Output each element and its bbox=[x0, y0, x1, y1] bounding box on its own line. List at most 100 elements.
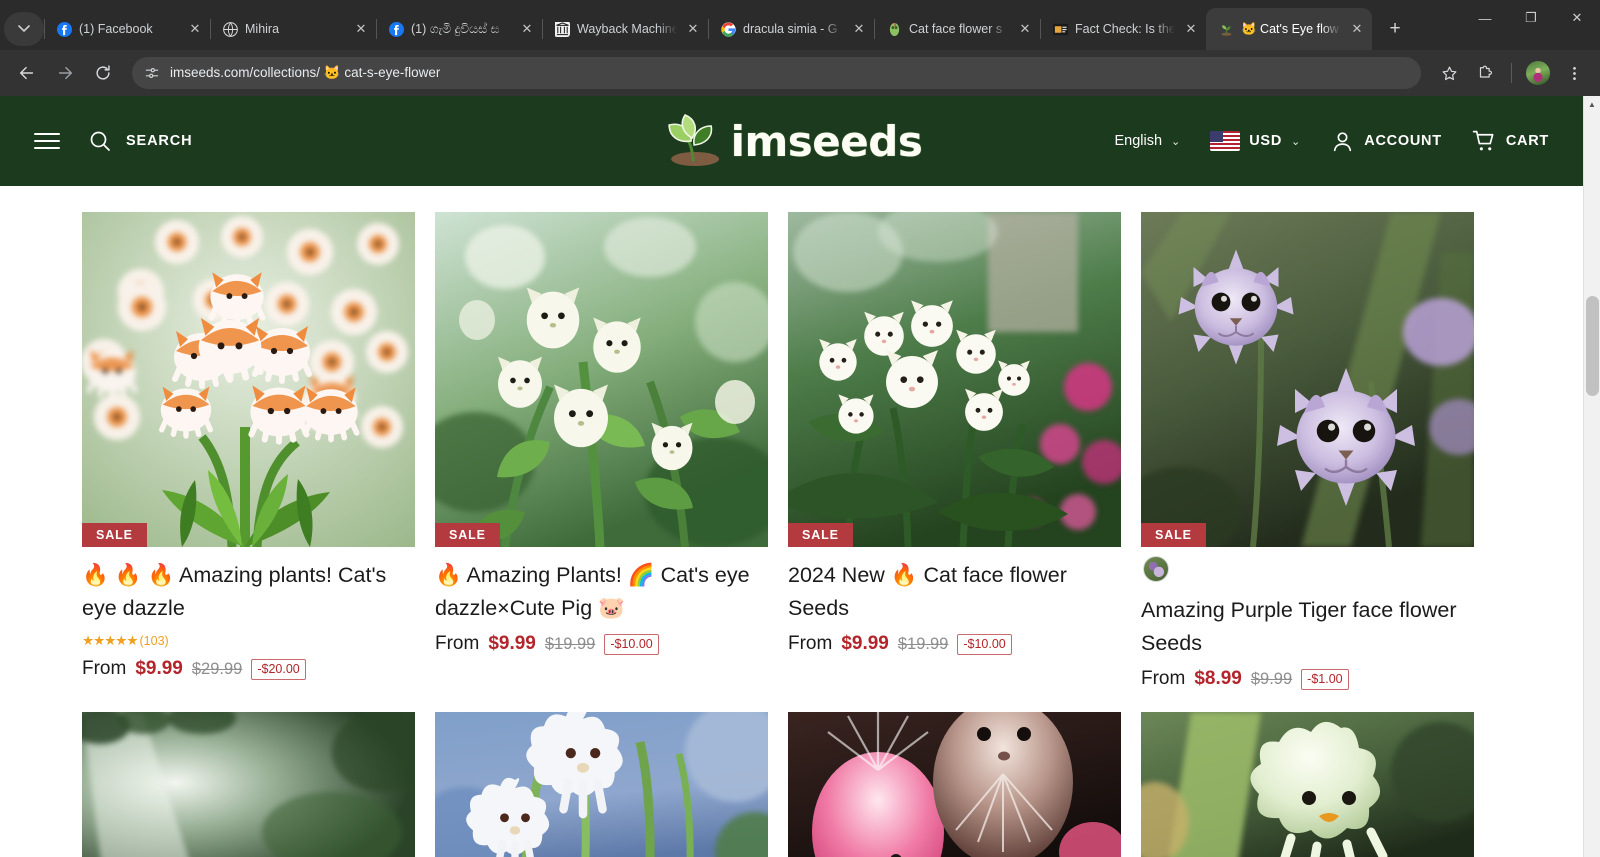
address-bar[interactable]: imseeds.com/collections/ 🐱 cat-s-eye-flo… bbox=[132, 57, 1421, 89]
misty-forest-light-rays-image bbox=[82, 712, 415, 857]
browser-tab-3[interactable]: Wayback Machine ✕ bbox=[542, 8, 708, 50]
back-button[interactable] bbox=[10, 56, 44, 90]
price-prefix: From bbox=[435, 633, 480, 655]
currency-label: USD bbox=[1249, 133, 1283, 149]
product-image[interactable]: SALE bbox=[82, 212, 415, 547]
seedling-logo-icon bbox=[667, 114, 719, 166]
site-logo[interactable]: imseeds bbox=[661, 111, 923, 171]
product-card[interactable] bbox=[788, 712, 1121, 857]
browser-toolbar: imseeds.com/collections/ 🐱 cat-s-eye-flo… bbox=[0, 50, 1600, 96]
factcheck-icon bbox=[1052, 21, 1068, 37]
language-selector[interactable]: English ⌄ bbox=[1114, 133, 1180, 149]
web-page: SEARCH imseeds English ⌄ USD ⌄ ACCOUNT C… bbox=[0, 96, 1583, 857]
product-title[interactable]: 🔥 🔥 🔥 Amazing plants! Cat's eye dazzle bbox=[82, 559, 415, 624]
product-image[interactable]: SALE bbox=[435, 212, 768, 547]
browser-window: (1) Facebook ✕ Mihira ✕ (1) ගැමි දුවියස්… bbox=[0, 0, 1600, 857]
hamburger-icon[interactable] bbox=[34, 133, 60, 149]
browser-tab-6[interactable]: Fact Check: Is the ✕ bbox=[1040, 8, 1206, 50]
product-title[interactable]: Amazing Purple Tiger face flower Seeds bbox=[1141, 594, 1474, 659]
tab-close-button[interactable]: ✕ bbox=[186, 20, 204, 38]
white-cat-faces-pink-garden-image bbox=[788, 212, 1121, 547]
product-rating: ★★★★★ (103) bbox=[82, 633, 415, 649]
scroll-up-arrow[interactable]: ▲ bbox=[1584, 96, 1600, 113]
archive-icon bbox=[554, 21, 570, 37]
page-viewport: SEARCH imseeds English ⌄ USD ⌄ ACCOUNT C… bbox=[0, 96, 1600, 857]
cart-icon bbox=[1472, 130, 1494, 150]
search-button[interactable]: SEARCH bbox=[88, 129, 192, 153]
scrollbar-thumb[interactable] bbox=[1586, 296, 1599, 396]
new-tab-button[interactable]: + bbox=[1378, 12, 1412, 46]
price-prefix: From bbox=[82, 658, 127, 680]
product-card[interactable]: SALE 2024 New 🔥 Cat face flower Seeds Fr… bbox=[788, 212, 1121, 690]
search-icon bbox=[90, 131, 110, 151]
account-link[interactable]: ACCOUNT bbox=[1330, 129, 1442, 154]
product-title[interactable]: 2024 New 🔥 Cat face flower Seeds bbox=[788, 559, 1121, 624]
product-card[interactable]: SALE Amazing Purple Tiger face flower Se… bbox=[1141, 212, 1474, 690]
price-discount-badge: -$1.00 bbox=[1301, 668, 1349, 690]
price-original: $29.99 bbox=[191, 660, 243, 679]
browser-tab-7-active[interactable]: 🐱 Cat's Eye flow ✕ bbox=[1206, 8, 1372, 50]
browser-tab-1[interactable]: Mihira ✕ bbox=[210, 8, 376, 50]
price-prefix: From bbox=[1141, 668, 1186, 690]
product-image[interactable] bbox=[435, 712, 768, 857]
reload-button[interactable] bbox=[86, 56, 120, 90]
close-window-button[interactable]: ✕ bbox=[1554, 0, 1600, 36]
page-scrollbar[interactable]: ▲ bbox=[1583, 96, 1600, 857]
site-header: SEARCH imseeds English ⌄ USD ⌄ ACCOUNT C… bbox=[0, 96, 1583, 186]
forward-button[interactable] bbox=[48, 56, 82, 90]
profile-avatar-icon[interactable] bbox=[1522, 57, 1554, 89]
seedling-icon bbox=[1218, 21, 1234, 37]
reload-icon bbox=[96, 65, 110, 80]
tab-title: 🐱 Cat's Eye flow bbox=[1241, 21, 1339, 36]
toolbar-divider bbox=[1511, 63, 1512, 83]
product-image[interactable] bbox=[1141, 712, 1474, 857]
language-label: English bbox=[1114, 133, 1163, 149]
product-price: From $9.99 $29.99 -$20.00 bbox=[82, 658, 415, 680]
tab-title: Wayback Machine bbox=[577, 22, 677, 36]
product-image[interactable]: SALE bbox=[788, 212, 1121, 547]
product-card[interactable]: SALE 🔥 Amazing Plants! 🌈 Cat's eye dazzl… bbox=[435, 212, 768, 690]
tab-close-button[interactable]: ✕ bbox=[1348, 20, 1366, 38]
browser-tab-2[interactable]: (1) ගැමි දුවියස් ස ✕ bbox=[376, 8, 542, 50]
url-text: imseeds.com/collections/ 🐱 cat-s-eye-flo… bbox=[170, 65, 441, 80]
browser-tab-4[interactable]: dracula simia - G ✕ bbox=[708, 8, 874, 50]
rating-count: (103) bbox=[139, 634, 169, 649]
product-card[interactable]: SALE 🔥 🔥 🔥 Amazing plants! Cat's eye daz… bbox=[82, 212, 415, 690]
sale-badge: SALE bbox=[435, 523, 500, 547]
product-title[interactable]: 🔥 Amazing Plants! 🌈 Cat's eye dazzle×Cut… bbox=[435, 559, 768, 624]
tune-icon[interactable] bbox=[144, 65, 160, 81]
product-card[interactable] bbox=[82, 712, 415, 857]
currency-selector[interactable]: USD ⌄ bbox=[1210, 131, 1300, 151]
product-card[interactable] bbox=[435, 712, 768, 857]
maximize-button[interactable]: ❐ bbox=[1508, 0, 1554, 36]
us-flag-icon bbox=[1210, 131, 1241, 151]
tab-title: Cat face flower s bbox=[909, 22, 1003, 36]
search-label: SEARCH bbox=[126, 133, 193, 149]
cart-label: CART bbox=[1505, 133, 1549, 149]
tab-close-button[interactable]: ✕ bbox=[518, 20, 536, 38]
bookmark-star-icon[interactable] bbox=[1433, 57, 1465, 89]
product-image[interactable]: SALE bbox=[1141, 212, 1474, 547]
browser-tab-5[interactable]: Cat face flower s ✕ bbox=[874, 8, 1040, 50]
minimize-button[interactable]: — bbox=[1462, 0, 1508, 36]
product-image[interactable] bbox=[82, 712, 415, 857]
product-image[interactable] bbox=[788, 712, 1121, 857]
tab-close-button[interactable]: ✕ bbox=[850, 20, 868, 38]
tab-close-button[interactable]: ✕ bbox=[1016, 20, 1034, 38]
browser-tab-0[interactable]: (1) Facebook ✕ bbox=[44, 8, 210, 50]
extensions-puzzle-icon[interactable] bbox=[1469, 57, 1501, 89]
three-dot-menu-icon[interactable] bbox=[1558, 57, 1590, 89]
price-original: $19.99 bbox=[897, 635, 949, 654]
header-left-group: SEARCH bbox=[34, 129, 192, 153]
product-card[interactable] bbox=[1141, 712, 1474, 857]
globe-icon bbox=[222, 21, 238, 37]
facebook-icon bbox=[56, 21, 72, 37]
tab-search-button[interactable] bbox=[4, 12, 44, 46]
purple-flower-swatch[interactable] bbox=[1143, 556, 1169, 582]
facebook-icon bbox=[388, 21, 404, 37]
tab-close-button[interactable]: ✕ bbox=[352, 20, 370, 38]
tab-close-button[interactable]: ✕ bbox=[1182, 20, 1200, 38]
avatar bbox=[1526, 61, 1550, 85]
tab-close-button[interactable]: ✕ bbox=[684, 20, 702, 38]
cart-link[interactable]: CART bbox=[1472, 129, 1549, 154]
